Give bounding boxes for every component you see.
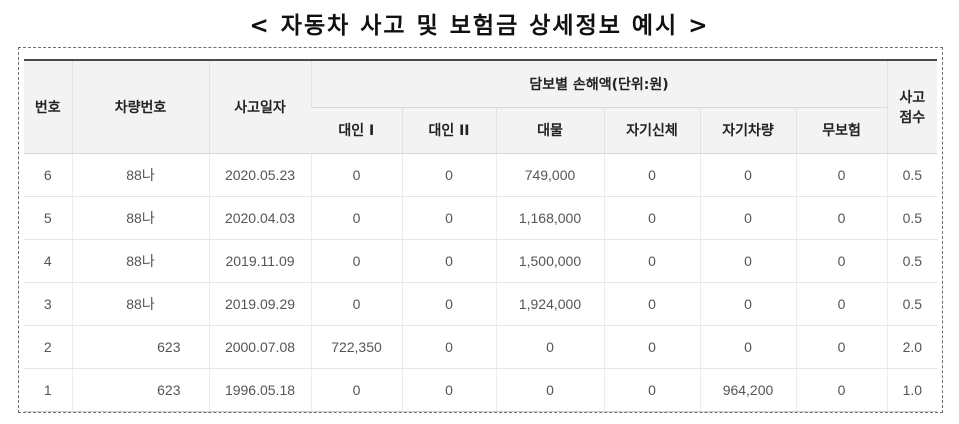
cell-score: 2.0 <box>886 325 938 369</box>
cell-uninsured: 0 <box>795 239 888 283</box>
table-frame: 번호 차량번호 사고일자 담보별 손해액(단위:원) 사고점수 대인 I 대인 … <box>18 47 943 413</box>
cell-bodily-injury-1: 722,350 <box>310 325 402 369</box>
cell-car-no: 88나 <box>71 282 209 326</box>
cell-self-body: 0 <box>603 325 700 369</box>
cell-bodily-injury-1: 0 <box>310 282 402 326</box>
cell-car-no: 623 <box>71 368 209 412</box>
cell-uninsured: 0 <box>795 153 888 197</box>
table-row: 4 88나 2019.11.09 0 0 1,500,000 0 0 0 0.5 <box>24 239 938 283</box>
cell-property-damage: 749,000 <box>495 153 604 197</box>
score-header-line2: 점수 <box>899 109 926 126</box>
cell-car-no: 88나 <box>71 153 209 197</box>
cell-self-body: 0 <box>603 196 700 240</box>
cell-own-vehicle: 0 <box>699 282 796 326</box>
col-header-property-damage: 대물 <box>495 107 604 154</box>
cell-no: 3 <box>24 282 72 326</box>
cell-date: 2020.04.03 <box>208 196 311 240</box>
cell-own-vehicle: 0 <box>699 239 796 283</box>
cell-bodily-injury-2: 0 <box>401 368 496 412</box>
col-header-uninsured: 무보험 <box>795 107 888 154</box>
cell-self-body: 0 <box>603 368 700 412</box>
cell-bodily-injury-2: 0 <box>401 153 496 197</box>
cell-date: 2019.09.29 <box>208 282 311 326</box>
cell-own-vehicle: 0 <box>699 196 796 240</box>
cell-self-body: 0 <box>603 153 700 197</box>
col-header-date: 사고일자 <box>208 59 311 154</box>
cell-bodily-injury-2: 0 <box>401 239 496 283</box>
col-header-self-body: 자기신체 <box>603 107 700 154</box>
cell-uninsured: 0 <box>795 368 888 412</box>
cell-car-no: 623 <box>71 325 209 369</box>
cell-uninsured: 0 <box>795 282 888 326</box>
cell-no: 5 <box>24 196 72 240</box>
cell-no: 6 <box>24 153 72 197</box>
cell-own-vehicle: 964,200 <box>699 368 796 412</box>
cell-no: 4 <box>24 239 72 283</box>
cell-bodily-injury-2: 0 <box>401 325 496 369</box>
cell-bodily-injury-1: 0 <box>310 368 402 412</box>
cell-no: 1 <box>24 368 72 412</box>
cell-score: 0.5 <box>886 153 938 197</box>
cell-score: 1.0 <box>886 368 938 412</box>
cell-self-body: 0 <box>603 282 700 326</box>
cell-property-damage: 0 <box>495 368 604 412</box>
cell-own-vehicle: 0 <box>699 153 796 197</box>
cell-score: 0.5 <box>886 282 938 326</box>
table-row: 6 88나 2020.05.23 0 0 749,000 0 0 0 0.5 <box>24 153 938 197</box>
header-row-top: 번호 차량번호 사고일자 담보별 손해액(단위:원) 사고점수 <box>24 59 938 154</box>
cell-property-damage: 1,500,000 <box>495 239 604 283</box>
cell-uninsured: 0 <box>795 196 888 240</box>
cell-property-damage: 1,924,000 <box>495 282 604 326</box>
col-header-own-vehicle: 자기차량 <box>699 107 796 154</box>
score-header-line1: 사고 <box>899 89 926 106</box>
cell-bodily-injury-2: 0 <box>401 282 496 326</box>
cell-bodily-injury-2: 0 <box>401 196 496 240</box>
col-header-no: 번호 <box>24 59 72 154</box>
cell-property-damage: 0 <box>495 325 604 369</box>
accident-insurance-table: 번호 차량번호 사고일자 담보별 손해액(단위:원) 사고점수 대인 I 대인 … <box>24 59 938 412</box>
cell-score: 0.5 <box>886 239 938 283</box>
cell-date: 2000.07.08 <box>208 325 311 369</box>
cell-bodily-injury-1: 0 <box>310 239 402 283</box>
table-row: 3 88나 2019.09.29 0 0 1,924,000 0 0 0 0.5 <box>24 282 938 326</box>
table-row: 2 623 2000.07.08 722,350 0 0 0 0 0 2.0 <box>24 325 938 369</box>
col-header-score: 사고점수 <box>886 59 938 154</box>
cell-own-vehicle: 0 <box>699 325 796 369</box>
cell-score: 0.5 <box>886 196 938 240</box>
cell-self-body: 0 <box>603 239 700 283</box>
col-header-loss-group: 담보별 손해액(단위:원) <box>310 59 888 108</box>
cell-uninsured: 0 <box>795 325 888 369</box>
cell-date: 2020.05.23 <box>208 153 311 197</box>
cell-car-no: 88나 <box>71 239 209 283</box>
cell-property-damage: 1,168,000 <box>495 196 604 240</box>
cell-bodily-injury-1: 0 <box>310 153 402 197</box>
cell-car-no: 88나 <box>71 196 209 240</box>
page-title: < 자동차 사고 및 보험금 상세정보 예시 > <box>249 13 710 39</box>
cell-bodily-injury-1: 0 <box>310 196 402 240</box>
col-header-car-no: 차량번호 <box>71 59 209 154</box>
col-header-bodily-injury-1: 대인 I <box>311 107 402 154</box>
table-row: 5 88나 2020.04.03 0 0 1,168,000 0 0 0 0.5 <box>24 196 938 240</box>
col-header-bodily-injury-2: 대인 II <box>401 107 496 154</box>
cell-date: 1996.05.18 <box>208 368 311 412</box>
cell-no: 2 <box>24 325 72 369</box>
table-row: 1 623 1996.05.18 0 0 0 0 964,200 0 1.0 <box>24 368 938 412</box>
cell-date: 2019.11.09 <box>208 239 311 283</box>
